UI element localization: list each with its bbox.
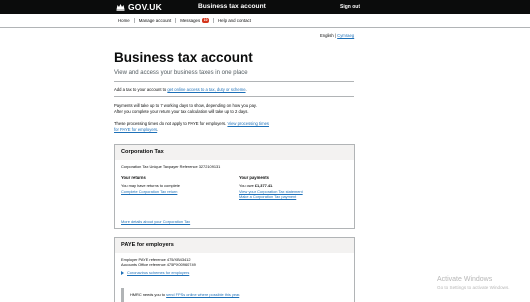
activate-windows-watermark: Activate Windows Go to Settings to activ…	[437, 276, 510, 292]
paye-processing-paragraph: These processing times do not apply to P…	[114, 121, 274, 132]
nav-item-home[interactable]: Home	[114, 18, 135, 23]
corporation-tax-card-header: Corporation Tax	[115, 145, 354, 160]
corporation-tax-title: Corporation Tax	[121, 149, 164, 155]
language-toggle: English | Cymraeg	[320, 33, 354, 38]
coronavirus-schemes-details[interactable]: Coronavirus schemes for employers	[121, 270, 348, 275]
govuk-logo-text: GOV.UK	[128, 2, 162, 12]
paye-card-header: PAYE for employers	[115, 238, 354, 253]
nav-item-manage-account[interactable]: Manage account	[135, 18, 177, 23]
activate-windows-subtitle: Go to Settings to activate Windows.	[437, 285, 510, 290]
accounts-office-reference: Accounts Office reference 475PX00960749	[121, 262, 196, 267]
payments-owe-suffix: .	[272, 183, 274, 188]
payments-text: You owe £1,377.41.	[239, 183, 303, 188]
payments-heading: Your payments	[239, 175, 269, 180]
processing-line-2: After you complete your return your tax …	[114, 108, 249, 114]
payments-column: Your payments You owe £1,377.41. View yo…	[239, 175, 303, 199]
amount-owed: £1,377.41	[254, 183, 273, 188]
language-current: English	[320, 33, 334, 38]
section-divider	[114, 96, 354, 97]
page-title: Business tax account	[114, 50, 253, 65]
fps-inset-suffix: .	[239, 292, 241, 297]
language-separator: |	[334, 33, 336, 38]
nav-items: Home Manage account Messages 10 Help and …	[114, 18, 255, 23]
account-nav: Home Manage account Messages 10 Help and …	[0, 14, 530, 28]
service-name-link[interactable]: Business tax account	[198, 3, 266, 10]
fps-inset-text: HMRC needs you to send FPSs online where…	[121, 288, 346, 302]
payments-owe-prefix: You owe	[239, 183, 255, 188]
returns-text: You may have returns to complete	[121, 183, 180, 188]
send-fps-link[interactable]: send FPSs online where possible this yea…	[166, 292, 239, 297]
returns-heading: Your returns	[121, 175, 146, 180]
processing-paragraph: Payments will take up to 7 working days …	[114, 103, 354, 114]
more-details-ct-link[interactable]: More details about your Corporation Tax	[121, 219, 190, 224]
add-tax-suffix: .	[245, 87, 247, 92]
returns-column: Your returns You may have returns to com…	[121, 175, 180, 194]
paye-processing-prefix: These processing times do not apply to P…	[114, 121, 228, 126]
activate-windows-title: Activate Windows	[437, 276, 493, 283]
page-subtitle: View and access your business taxes in o…	[114, 70, 248, 76]
complete-return-link[interactable]: Complete Corporation Tax return	[121, 189, 180, 194]
nav-item-label: Messages	[180, 18, 201, 23]
corporation-tax-utr: Corporation Tax Unique Taxpayer Referenc…	[121, 164, 221, 169]
nav-item-label: Home	[118, 18, 130, 23]
govuk-header: GOV.UK Business tax account Sign out	[0, 0, 530, 14]
language-cymraeg-link[interactable]: Cymraeg	[337, 33, 354, 38]
paye-processing-suffix: .	[157, 126, 159, 132]
paye-card: PAYE for employers Employer PAYE referen…	[114, 237, 355, 302]
crown-icon	[116, 4, 125, 11]
corporation-tax-card-body: Corporation Tax Unique Taxpayer Referenc…	[115, 160, 354, 229]
paye-title: PAYE for employers	[121, 242, 174, 248]
fps-inset-prefix: HMRC needs you to	[130, 292, 167, 297]
coronavirus-schemes-link[interactable]: Coronavirus schemes for employers	[127, 270, 189, 275]
nav-item-help[interactable]: Help and contact	[214, 18, 255, 23]
make-payment-link[interactable]: Make a Corporation Tax payment	[239, 194, 303, 199]
corporation-tax-card: Corporation Tax Corporation Tax Unique T…	[114, 144, 355, 229]
sign-out-link[interactable]: Sign out	[340, 4, 360, 10]
nav-item-label: Help and contact	[217, 18, 251, 23]
add-tax-link[interactable]: get online access to a tax, duty or sche…	[167, 87, 245, 92]
add-tax-paragraph: Add a tax to your account to get online …	[114, 87, 354, 93]
govuk-logo-link[interactable]: GOV.UK	[116, 2, 162, 12]
messages-count-badge: 10	[202, 18, 209, 23]
caret-right-icon	[121, 270, 124, 275]
paye-card-body: Employer PAYE reference 475/XB43412 Acco…	[115, 253, 354, 302]
fps-inset-paragraph: HMRC needs you to send FPSs online where…	[130, 292, 346, 297]
nav-item-messages[interactable]: Messages 10	[176, 18, 214, 23]
add-tax-prefix: Add a tax to your account to	[114, 87, 168, 92]
section-divider	[114, 81, 354, 82]
nav-item-label: Manage account	[138, 18, 172, 23]
